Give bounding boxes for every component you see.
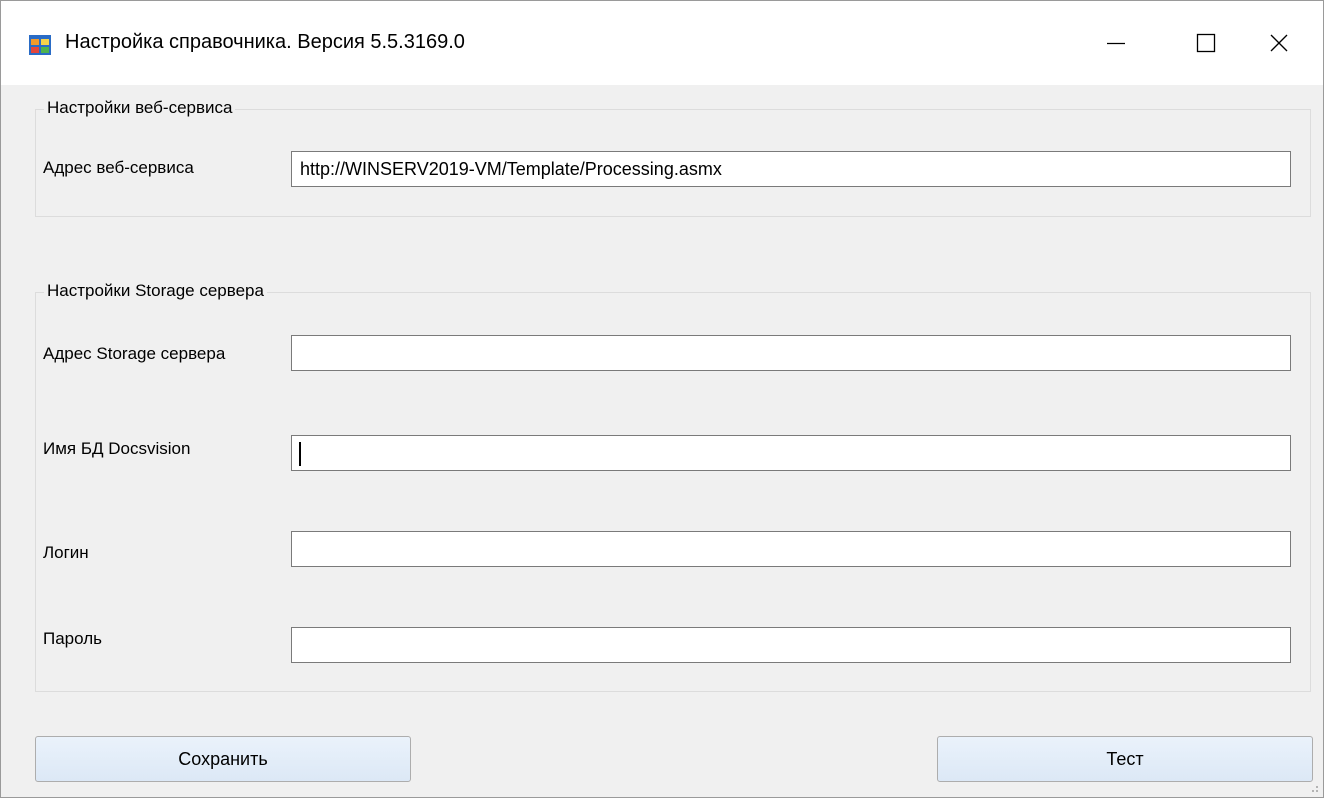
- storage-address-input[interactable]: [291, 335, 1291, 371]
- login-label: Логин: [43, 543, 89, 562]
- app-window-icon: [29, 35, 51, 55]
- web-service-address-input[interactable]: [291, 151, 1291, 187]
- close-icon: [1270, 34, 1288, 52]
- storage-address-label: Адрес Storage сервера: [43, 344, 226, 363]
- password-input[interactable]: [291, 627, 1291, 663]
- text-caret: [299, 442, 301, 466]
- title-bar[interactable]: Настройка справочника. Версия 5.5.3169.0: [1, 1, 1323, 85]
- maximize-icon: [1196, 33, 1216, 53]
- minimize-icon: [1107, 42, 1125, 45]
- login-input[interactable]: [291, 531, 1291, 567]
- settings-window: Настройка справочника. Версия 5.5.3169.0…: [0, 0, 1324, 798]
- web-service-address-label: Адрес веб-сервиса: [43, 158, 194, 177]
- db-name-input[interactable]: [291, 435, 1291, 471]
- test-button[interactable]: Тест: [937, 736, 1313, 782]
- save-button[interactable]: Сохранить: [35, 736, 411, 782]
- password-label: Пароль: [43, 629, 102, 648]
- window-title: Настройка справочника. Версия 5.5.3169.0: [65, 31, 465, 53]
- close-button[interactable]: [1235, 1, 1323, 85]
- web-service-legend: Настройки веб-сервиса: [44, 98, 236, 118]
- storage-server-legend: Настройки Storage сервера: [44, 281, 267, 301]
- db-name-label: Имя БД Docsvision: [43, 439, 191, 458]
- minimize-button[interactable]: [1071, 1, 1161, 85]
- resize-grip-icon[interactable]: [1307, 781, 1319, 793]
